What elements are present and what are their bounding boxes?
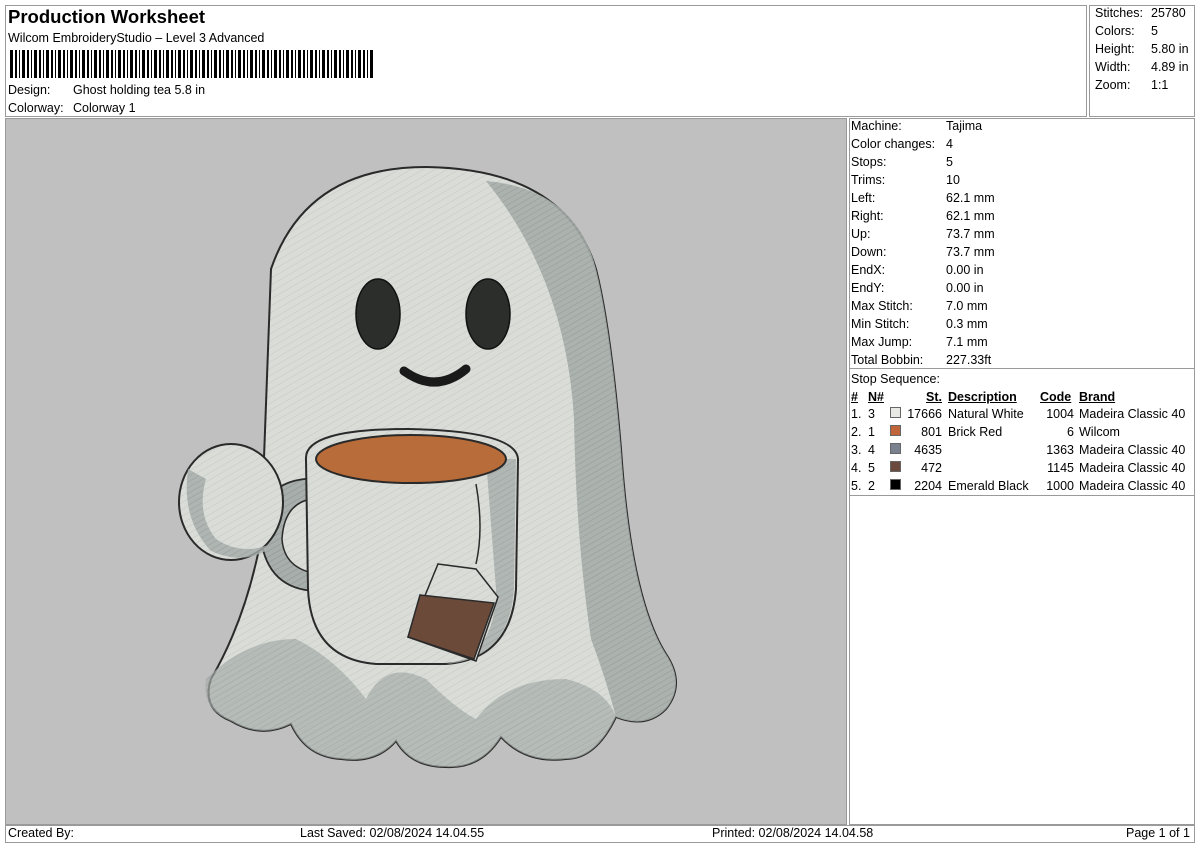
stops-value: 5 [946,155,953,169]
min-stitch-value: 0.3 mm [946,317,988,331]
max-jump-label: Max Jump: [851,335,913,349]
row-description: Natural White [948,407,1024,421]
row-brand: Madeira Classic 40 [1079,479,1186,493]
row-code: 1000 [1046,479,1074,493]
last-saved: Last Saved: 02/08/2024 14.04.55 [300,826,485,840]
col-num-header: # [851,390,858,404]
height-value: 5.80 in [1151,42,1189,56]
row-stitches: 17666 [907,407,942,421]
left-value: 62.1 mm [946,191,995,205]
col-code-header: Code [1040,390,1072,404]
row-brand: Madeira Classic 40 [1079,443,1186,457]
down-label: Down: [851,245,887,259]
row-needle: 5 [868,461,875,475]
total-bobbin-value: 227.33ft [946,353,992,367]
machine-value: Tajima [946,119,983,133]
software-subtitle: Wilcom EmbroideryStudio – Level 3 Advanc… [8,31,265,45]
row-brand: Madeira Classic 40 [1079,407,1186,421]
design-value: Ghost holding tea 5.8 in [73,83,206,97]
row-code: 1145 [1047,461,1074,475]
max-stitch-value: 7.0 mm [946,299,988,313]
page-number: Page 1 of 1 [1126,826,1190,840]
min-stitch-label: Min Stitch: [851,317,910,331]
colorway-value: Colorway 1 [73,101,136,115]
colorway-label: Colorway: [8,101,64,115]
row-num: 3. [851,443,862,457]
row-needle: 4 [868,443,875,457]
footer-bar [5,825,1195,843]
row-description: Brick Red [948,425,1003,439]
created-by: Created By: [8,826,75,840]
printed-date: Printed: 02/08/2024 14.04.58 [712,826,874,840]
endy-label: EndY: [851,281,885,295]
ghost-embroidery-image [178,165,677,769]
row-code: 6 [1067,425,1074,439]
zoom-label: Zoom: [1095,78,1131,92]
down-value: 73.7 mm [946,245,995,259]
max-jump-value: 7.1 mm [946,335,988,349]
row-brand: Wilcom [1079,425,1120,439]
row-num: 1. [851,407,862,421]
trims-label: Trims: [851,173,886,187]
stop-sequence-title: Stop Sequence: [851,372,940,386]
row-needle: 3 [868,407,875,421]
row-code: 1363 [1046,443,1074,457]
width-value: 4.89 in [1151,60,1189,74]
up-value: 73.7 mm [946,227,995,241]
right-value: 62.1 mm [946,209,995,223]
row-brand: Madeira Classic 40 [1079,461,1186,475]
row-code: 1004 [1046,407,1074,421]
row-stitches: 801 [921,425,942,439]
row-num: 2. [851,425,862,439]
color-changes-label: Color changes: [851,137,936,151]
endx-label: EndX: [851,263,886,277]
left-label: Left: [851,191,876,205]
right-label: Right: [851,209,884,223]
trims-value: 10 [946,173,960,187]
color-changes-value: 4 [946,137,953,151]
width-label: Width: [1095,60,1131,74]
row-num: 5. [851,479,862,493]
row-stitches: 4635 [914,443,942,457]
up-label: Up: [851,227,871,241]
stitches-value: 25780 [1151,6,1186,20]
endx-value: 0.00 in [946,263,984,277]
design-label: Design: [8,83,51,97]
zoom-value: 1:1 [1151,78,1169,92]
section-divider [849,368,1195,369]
endy-value: 0.00 in [946,281,984,295]
machine-label: Machine: [851,119,902,133]
row-needle: 2 [868,479,875,493]
row-stitches: 472 [921,461,942,475]
col-description-header: Description [948,390,1017,404]
barcode-icon [10,50,373,78]
col-st-header: St. [926,390,942,404]
row-description: Emerald Black [948,479,1029,493]
col-brand-header: Brand [1079,390,1116,404]
row-stitches: 2204 [914,479,942,493]
col-n-header: N# [868,390,884,404]
design-preview [5,118,847,825]
colors-value: 5 [1151,24,1158,38]
section-divider [849,495,1195,496]
max-stitch-label: Max Stitch: [851,299,913,313]
total-bobbin-label: Total Bobbin: [851,353,924,367]
height-label: Height: [1095,42,1135,56]
row-num: 4. [851,461,862,475]
stops-label: Stops: [851,155,887,169]
stitches-label: Stitches: [1095,6,1143,20]
page-title: Production Worksheet [8,6,206,27]
row-needle: 1 [868,425,875,439]
colors-label: Colors: [1095,24,1135,38]
